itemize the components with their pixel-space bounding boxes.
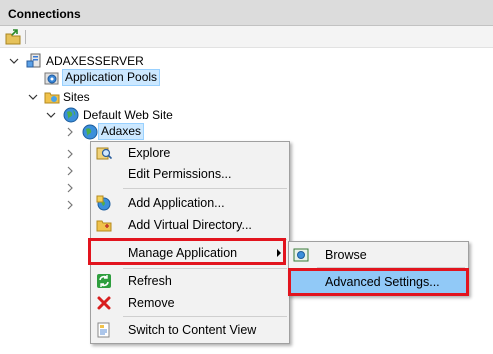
content-view-icon: [97, 322, 110, 338]
menu-separator: [123, 188, 287, 189]
menu-item-explore[interactable]: Explore: [93, 142, 287, 164]
highlight-manage-application: [88, 238, 286, 265]
chevron-right-icon[interactable]: [65, 183, 75, 193]
connections-toolbar: [0, 26, 493, 48]
connect-icon[interactable]: [4, 28, 22, 46]
pane-title: Connections: [8, 7, 81, 21]
highlight-advanced-settings: [288, 268, 469, 296]
tree-node-app-pools[interactable]: Application Pools: [0, 69, 200, 87]
menu-label-switch-view: Switch to Content View: [128, 323, 257, 337]
tree-label-default-site: Default Web Site: [83, 108, 173, 122]
menu-label-remove: Remove: [128, 296, 175, 310]
chevron-down-icon[interactable]: [28, 92, 38, 102]
tree-label-server: ADAXESSERVER: [46, 54, 144, 68]
menu-item-refresh[interactable]: Refresh: [93, 270, 287, 292]
menu-item-edit-permissions[interactable]: Edit Permissions...: [93, 163, 287, 185]
chevron-down-icon[interactable]: [9, 56, 19, 66]
menu-item-switch-view[interactable]: Switch to Content View: [93, 319, 287, 341]
menu-item-add-virtual-directory[interactable]: Add Virtual Directory...: [93, 214, 287, 236]
menu-label-add-virtual-directory: Add Virtual Directory...: [128, 218, 252, 232]
explore-icon: [96, 147, 112, 160]
toolbar-separator: [25, 30, 26, 44]
chevron-down-icon[interactable]: [46, 110, 56, 120]
tree-label-app-pools: Application Pools: [62, 69, 161, 86]
globe-icon: [63, 107, 79, 123]
sites-folder-icon: [44, 92, 60, 104]
menu-item-remove[interactable]: Remove: [93, 292, 287, 314]
globe-icon: [82, 124, 98, 140]
menu-label-refresh: Refresh: [128, 274, 172, 288]
chevron-right-icon[interactable]: [65, 166, 75, 176]
browse-icon: [293, 248, 309, 262]
menu-label-browse: Browse: [325, 248, 367, 262]
chevron-right-icon[interactable]: [65, 149, 75, 159]
menu-separator: [123, 268, 287, 269]
chevron-right-icon[interactable]: [65, 200, 75, 210]
remove-icon: [97, 296, 111, 310]
tree-node-default-site[interactable]: Default Web Site: [0, 106, 220, 124]
menu-item-add-application[interactable]: Add Application...: [93, 192, 287, 214]
chevron-right-icon[interactable]: [65, 127, 75, 137]
add-application-icon: [96, 195, 111, 211]
server-icon: [26, 53, 41, 68]
refresh-icon: [97, 274, 111, 288]
tree-node-server[interactable]: ADAXESSERVER: [0, 52, 200, 70]
add-virtual-directory-icon: [96, 220, 112, 232]
menu-item-browse[interactable]: Browse: [291, 244, 466, 266]
tree-node-sites[interactable]: Sites: [0, 88, 200, 106]
menu-label-add-application: Add Application...: [128, 196, 225, 210]
tree-label-sites: Sites: [63, 90, 90, 104]
menu-label-explore: Explore: [128, 146, 171, 160]
tree-node-adaxes[interactable]: Adaxes: [0, 123, 160, 141]
menu-label-edit-permissions: Edit Permissions...: [128, 167, 232, 181]
menu-separator: [123, 316, 287, 317]
tree-label-adaxes: Adaxes: [98, 123, 145, 140]
iis-manager: Connections ADAXESSERVER Application Poo…: [0, 0, 493, 354]
app-pool-icon: [44, 72, 59, 85]
connections-header: Connections: [0, 0, 493, 26]
